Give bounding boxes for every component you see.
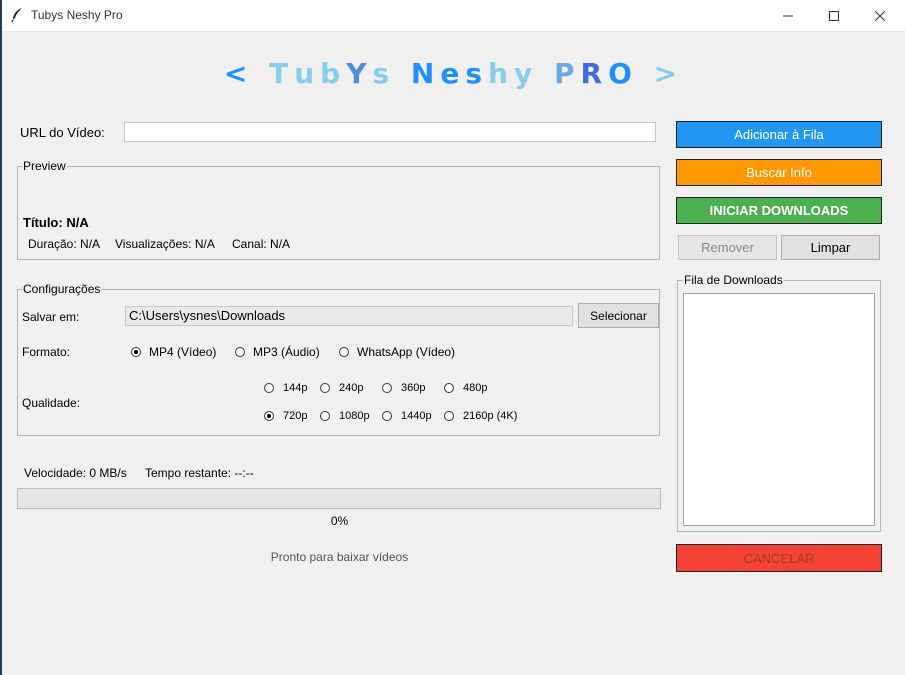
- quality-option-label: 720p: [283, 410, 308, 422]
- preview-group: Preview Título: N/A Duração: N/A Visuali…: [17, 159, 660, 260]
- cancel-button[interactable]: CANCELAR: [676, 544, 882, 572]
- time-remaining: Tempo restante: --:--: [145, 466, 254, 480]
- window-title: Tubys Neshy Pro: [31, 8, 123, 22]
- minimize-icon: [783, 15, 793, 16]
- title-bar[interactable]: Tubys Neshy Pro: [2, 0, 905, 32]
- format-option-label: MP3 (Áudio): [253, 345, 320, 359]
- banner-letter: T: [269, 57, 295, 90]
- banner-letter: [638, 54, 654, 94]
- banner-letter: <: [223, 57, 254, 90]
- quality-radio-480p[interactable]: 480p: [444, 382, 487, 394]
- banner-letter: [253, 54, 269, 94]
- video-title: Título: N/A: [23, 215, 89, 230]
- video-views: Visualizações: N/A: [115, 237, 215, 251]
- banner-letter: s: [372, 57, 396, 90]
- radio-icon: [320, 383, 330, 393]
- save-location-label: Salvar em:: [22, 310, 80, 324]
- feather-icon: [10, 7, 24, 23]
- quality-radio-2160p[interactable]: 2160p (4K): [444, 410, 517, 422]
- radio-icon: [444, 411, 454, 421]
- quality-option-label: 240p: [339, 382, 364, 394]
- app-banner: < TubYs Neshy PRO >: [2, 54, 905, 94]
- progress-bar: [17, 488, 661, 509]
- banner-letter: h: [488, 57, 514, 90]
- progress-percent: 0%: [330, 514, 349, 528]
- quality-radio-720p[interactable]: 720p: [264, 410, 307, 422]
- app-window: Tubys Neshy Pro < TubYs Neshy PRO > URL …: [2, 0, 905, 675]
- close-button[interactable]: [857, 0, 903, 31]
- clear-button[interactable]: Limpar: [781, 235, 880, 260]
- banner-letter: Y: [346, 57, 373, 90]
- preview-group-title: Preview: [22, 159, 67, 173]
- download-queue-list[interactable]: [683, 293, 875, 526]
- status-message: Pronto para baixar vídeos: [270, 550, 409, 564]
- banner-letter: [395, 54, 411, 94]
- banner-letter: u: [294, 57, 321, 90]
- maximize-icon: [829, 10, 839, 21]
- format-option-label: MP4 (Vídeo): [149, 345, 217, 359]
- format-radio-mp4[interactable]: MP4 (Vídeo): [131, 345, 216, 359]
- banner-letter: e: [440, 57, 466, 90]
- radio-icon: [339, 347, 349, 357]
- banner-letter: R: [580, 57, 609, 90]
- format-radio-mp3[interactable]: MP3 (Áudio): [235, 345, 320, 359]
- quality-label: Qualidade:: [22, 396, 81, 410]
- quality-option-label: 1080p: [339, 410, 370, 422]
- format-radio-whatsapp[interactable]: WhatsApp (Vídeo): [339, 345, 455, 359]
- close-icon: [875, 10, 885, 21]
- quality-radio-240p[interactable]: 240p: [320, 382, 363, 394]
- select-folder-button[interactable]: Selecionar: [578, 303, 659, 328]
- url-label: URL do Vídeo:: [20, 125, 105, 140]
- quality-radio-1440p[interactable]: 1440p: [382, 410, 432, 422]
- radio-icon: [382, 383, 392, 393]
- radio-icon: [235, 347, 245, 357]
- banner-letter: >: [653, 57, 684, 90]
- quality-option-label: 360p: [401, 382, 426, 394]
- quality-option-label: 480p: [463, 382, 488, 394]
- banner-letter: y: [513, 57, 539, 90]
- quality-radio-360p[interactable]: 360p: [382, 382, 425, 394]
- radio-icon: [382, 411, 392, 421]
- radio-icon: [444, 383, 454, 393]
- video-duration: Duração: N/A: [28, 237, 101, 251]
- banner-letter: O: [608, 57, 638, 90]
- maximize-button[interactable]: [811, 0, 857, 31]
- queue-group-title: Fila de Downloads: [683, 273, 784, 287]
- video-channel: Canal: N/A: [232, 237, 291, 251]
- save-path-field[interactable]: C:\Users\ysnes\Downloads: [125, 306, 573, 326]
- settings-group-title: Configurações: [22, 282, 102, 296]
- quality-radio-144p[interactable]: 144p: [264, 382, 307, 394]
- banner-letter: s: [465, 57, 489, 90]
- remove-button[interactable]: Remover: [678, 235, 777, 260]
- minimize-button[interactable]: [765, 0, 811, 31]
- radio-icon: [131, 347, 141, 357]
- format-label: Formato:: [22, 345, 71, 359]
- add-to-queue-button[interactable]: Adicionar à Fila: [676, 121, 882, 148]
- radio-icon: [264, 411, 274, 421]
- format-option-label: WhatsApp (Vídeo): [357, 345, 456, 359]
- fetch-info-button[interactable]: Buscar Info: [676, 159, 882, 186]
- quality-option-label: 1440p: [401, 410, 432, 422]
- quality-radio-1080p[interactable]: 1080p: [320, 410, 370, 422]
- quality-option-label: 2160p (4K): [463, 410, 518, 422]
- radio-icon: [264, 383, 274, 393]
- url-input[interactable]: [124, 122, 656, 142]
- download-speed: Velocidade: 0 MB/s: [24, 466, 127, 480]
- start-downloads-button[interactable]: INICIAR DOWNLOADS: [676, 197, 882, 224]
- banner-letter: N: [410, 57, 441, 90]
- radio-icon: [320, 411, 330, 421]
- banner-letter: [538, 54, 554, 94]
- banner-letter: P: [553, 57, 581, 90]
- quality-option-label: 144p: [283, 382, 308, 394]
- banner-letter: b: [320, 57, 347, 90]
